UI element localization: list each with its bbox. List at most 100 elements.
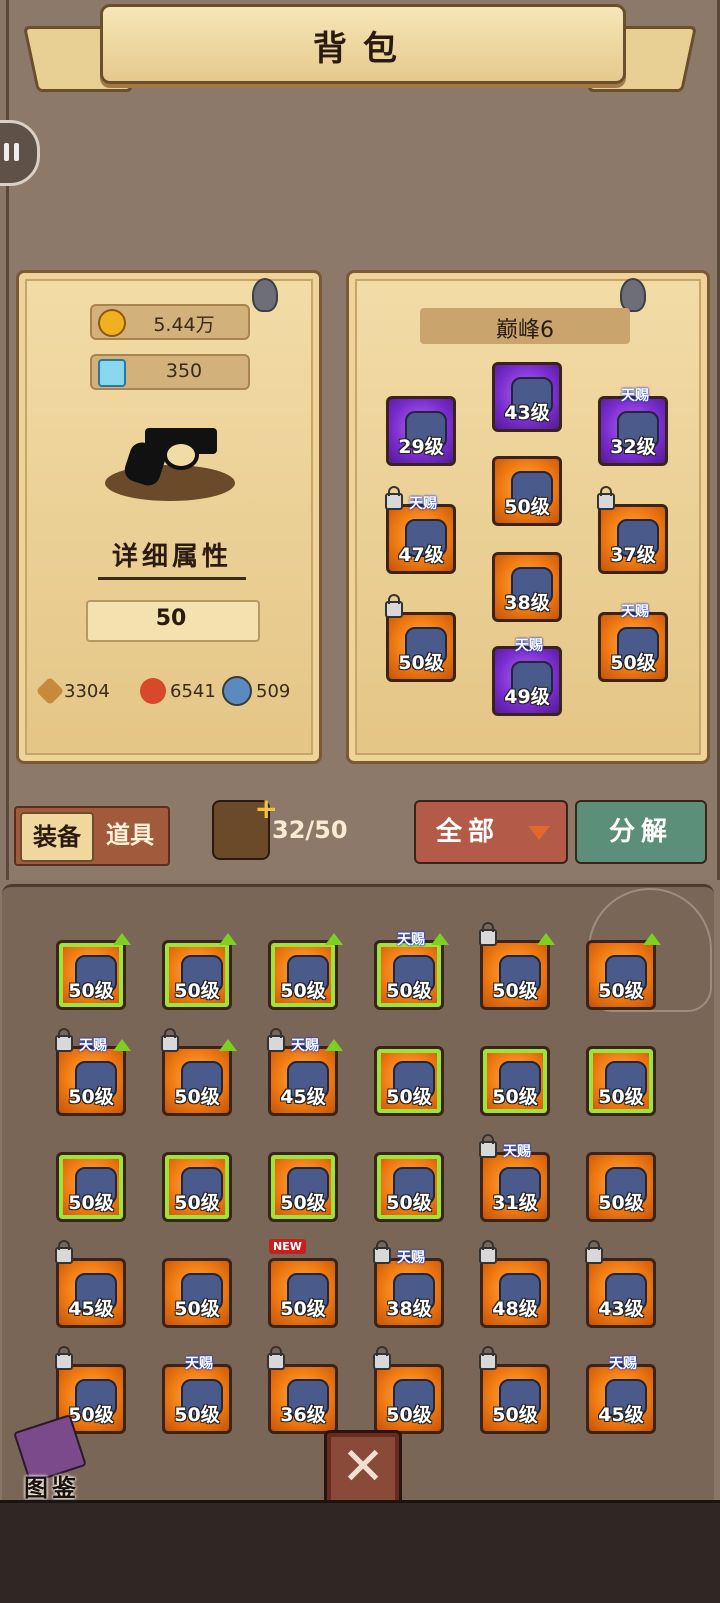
talent-tag: 天赐 [503,1144,531,1160]
equipment-tile[interactable]: 50级 天赐 [55,1028,131,1116]
upgrade-arrow-icon [113,933,131,945]
equipment-tile[interactable]: 50级 [479,1346,550,1434]
equipment-tile[interactable]: 43级 [585,1240,656,1328]
talent-tag: 天赐 [397,932,425,948]
lock-icon [267,1346,285,1370]
tile-level: 31级 [492,1192,538,1214]
equipment-tile[interactable]: 50级 [162,1258,232,1328]
equipment-tile[interactable]: 36级 [267,1346,338,1434]
revolver-icon[interactable] [105,420,235,505]
gold-display: 5.44万 [90,304,250,340]
equipment-tile[interactable]: 48级 [479,1240,550,1328]
filter-dropdown[interactable]: 全部 [414,800,568,864]
tab-items[interactable]: 道具 [96,812,164,858]
equipment-tile[interactable]: 50级 天赐 [162,1356,232,1434]
equipment-tile[interactable]: 45级 天赐 [267,1028,343,1116]
tile-level: 32级 [610,436,656,458]
equipment-tile[interactable]: 43级 [492,362,562,432]
equipment-tile[interactable]: 50级 [374,1046,444,1116]
equipment-tile[interactable]: 47级 天赐 [385,486,456,574]
tile-level: 47级 [398,544,444,566]
equipment-tile[interactable]: 50级 [385,594,456,682]
tile-level: 50级 [598,1192,644,1214]
equipment-tile[interactable]: 45级 [55,1240,126,1328]
tile-level: 38级 [386,1298,432,1320]
tile-level: 50级 [68,1086,114,1108]
detail-attributes-link[interactable]: 详细属性 [98,536,246,580]
lock-icon [161,1028,179,1052]
pause-icon [4,143,9,161]
equipment-tile[interactable]: 50级 [56,933,131,1010]
upgrade-arrow-icon [431,933,449,945]
lock-icon [385,594,403,618]
talent-tag: 天赐 [185,1356,213,1372]
equipment-tile[interactable]: 50级 [162,1152,232,1222]
upgrade-arrow-icon [643,933,661,945]
lock-icon [479,1240,497,1264]
heart-icon [140,678,166,704]
lock-icon [373,1346,391,1370]
category-tabs: 装备 道具 [14,806,170,866]
lock-icon [479,922,497,946]
tile-level: 45级 [68,1298,114,1320]
equipment-tile[interactable]: 50级 [586,933,661,1010]
equipment-tile[interactable]: 38级 [492,552,562,622]
tile-level: 50级 [386,980,432,1002]
equipment-tile[interactable]: 38级 天赐 [373,1240,444,1328]
expand-bag-button[interactable]: + [212,792,278,860]
equipment-tile[interactable]: 50级 NEW [268,1239,338,1328]
equipment-tile[interactable]: 32级 天赐 [598,388,668,466]
equipment-tile[interactable]: 31级 天赐 [479,1134,550,1222]
equipment-tile[interactable]: 45级 天赐 [586,1356,656,1434]
tab-equipment[interactable]: 装备 [20,812,94,862]
talent-tag: 天赐 [397,1250,425,1266]
equipment-tile[interactable]: 50级 天赐 [374,932,449,1010]
upgrade-arrow-icon [325,933,343,945]
new-badge: NEW [269,1239,306,1254]
hp-stat: 6541 [140,676,216,706]
equipment-tile[interactable]: 50级 [56,1152,126,1222]
upgrade-arrow-icon [537,933,555,945]
defense-stat: 509 [222,676,290,706]
title-banner: 背包 [22,4,698,92]
equipment-tile[interactable]: 50级 [374,1152,444,1222]
lock-icon [373,1240,391,1264]
upgrade-arrow-icon [325,1039,343,1051]
hero-level: 50 [155,606,187,631]
tile-level: 50级 [174,1086,220,1108]
equipment-tile[interactable]: 50级 [268,933,343,1010]
codex-button[interactable]: 图鉴 [24,1468,80,1503]
equipment-tile[interactable]: 37级 [597,486,668,574]
equipment-tile[interactable]: 50级 [586,1152,656,1222]
equipment-tile[interactable]: 50级 [492,456,562,526]
equipment-tile[interactable]: 29级 [386,396,456,466]
page-title: 背包 [313,29,413,69]
diamond-display: 350 [90,354,250,390]
lock-icon [385,486,403,510]
tile-level: 50级 [280,1192,326,1214]
equipment-tile[interactable]: 50级 [479,922,555,1010]
equipment-tile[interactable]: 50级 天赐 [598,604,668,682]
tile-level: 38级 [504,592,550,614]
equipment-tile[interactable]: 50级 [586,1046,656,1116]
tile-level: 36级 [280,1404,326,1426]
equipment-tile[interactable]: 50级 [268,1152,338,1222]
tile-level: 50级 [68,980,114,1002]
equipment-tile[interactable]: 49级 天赐 [492,638,562,716]
peak-label: 巅峰6 [420,308,630,344]
talent-tag: 天赐 [621,604,649,620]
tile-level: 48级 [492,1298,538,1320]
upgrade-arrow-icon [219,933,237,945]
sword-icon [35,676,65,706]
tile-level: 50级 [504,496,550,518]
lock-icon [585,1240,603,1264]
tile-level: 50级 [174,980,220,1002]
equipment-tile[interactable]: 50级 [161,1028,237,1116]
tile-level: 43级 [598,1298,644,1320]
bag-capacity: 32/50 [272,816,348,844]
lock-icon [55,1240,73,1264]
equipment-tile[interactable]: 50级 [162,933,237,1010]
decompose-button[interactable]: 分解 [575,800,707,864]
equipment-tile[interactable]: 50级 [480,1046,550,1116]
equipment-tile[interactable]: 50级 [373,1346,444,1434]
